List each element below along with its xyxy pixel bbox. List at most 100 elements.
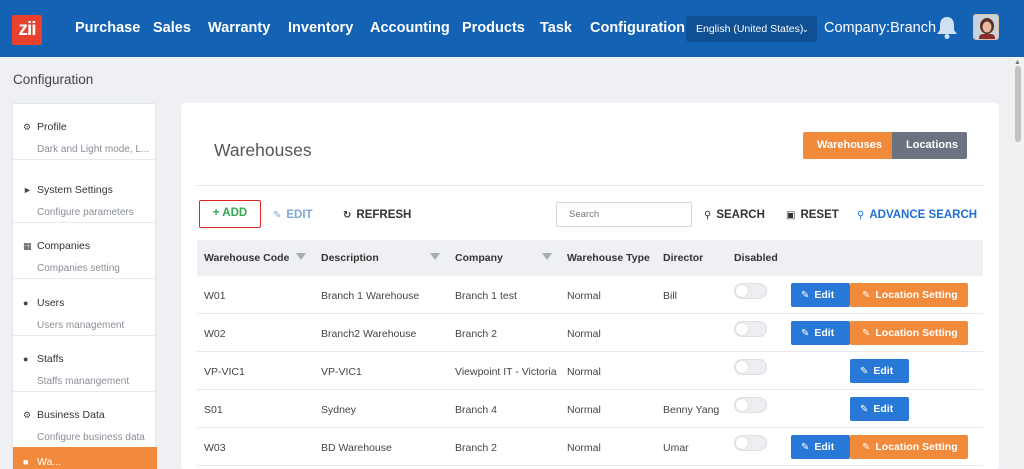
page-title: Configuration [13,72,94,87]
cell-warehouse-type: Normal [567,290,601,302]
scrollbar-thumb[interactable] [1015,66,1021,142]
advance-search-button[interactable]: ⚲ ADVANCE SEARCH [857,209,977,221]
column-header-description[interactable]: Description [321,252,379,264]
bell-icon[interactable] [933,13,961,41]
pencil-icon: ✎ [273,210,282,221]
location-setting-button[interactable]: ✎ Location Setting [850,283,968,307]
disabled-toggle[interactable] [734,321,767,337]
location-setting-label: Location Setting [875,327,958,339]
row-edit-button[interactable]: ✎ Edit [791,283,850,307]
row-edit-label: Edit [814,327,835,339]
filter-icon[interactable] [430,253,440,260]
column-header-company[interactable]: Company [455,252,503,264]
filter-icon[interactable] [542,253,552,260]
toggle-warehouses[interactable]: Warehouses [803,132,892,159]
nav-inventory[interactable]: Inventory [288,20,353,36]
cell-warehouse-type: Normal [567,442,601,454]
pencil-icon: ✎ [801,290,810,301]
table-row[interactable]: W02 Branch2 Warehouse Branch 2 Normal ✎ E… [197,314,983,352]
users-icon: ● [23,354,29,364]
sidebar-item-subtitle: Staffs manangement [37,376,130,387]
app-logo[interactable]: zii [12,15,42,45]
pencil-icon: ✎ [801,442,810,453]
pencil-icon: ✎ [860,404,869,415]
scroll-up-icon[interactable]: ▲ [1014,59,1021,66]
cell-warehouse-code: S01 [204,404,223,416]
pencil-icon: ✎ [860,366,869,377]
location-setting-button[interactable]: ✎ Location Setting [850,435,968,459]
top-navbar: zii Purchase Sales Warranty Inventory Ac… [0,0,1024,57]
row-edit-button[interactable]: ✎ Edit [850,359,909,383]
table-row[interactable]: W01 Branch 1 Warehouse Branch 1 test Nor… [197,276,983,314]
add-button[interactable]: + ADD [199,200,261,228]
company-selector[interactable]: Company:Branch 2 [824,20,948,36]
table-row[interactable]: S01 Sydney Branch 4 Normal Benny Yang ✎ E… [197,390,983,428]
nav-configuration[interactable]: Configuration [590,20,685,36]
column-header-disabled[interactable]: Disabled [734,252,778,264]
edit-button[interactable]: ✎ EDIT [273,209,313,221]
disabled-toggle[interactable] [734,283,767,299]
nav-purchase[interactable]: Purchase [75,20,140,36]
cell-description: Branch2 Warehouse [321,328,417,340]
sidebar-item-label: Users [37,297,65,309]
cell-description: BD Warehouse [321,442,392,454]
nav-products[interactable]: Products [462,20,525,36]
column-header-director[interactable]: Director [663,252,703,264]
search-button[interactable]: ⚲ SEARCH [704,209,765,221]
zoom-search-icon: ⚲ [857,210,865,221]
cell-company: Branch 4 [455,404,498,416]
sidebar-item-system-settings[interactable]: ► System Settings Configure parameters [13,167,157,223]
user-avatar[interactable] [973,14,999,40]
filter-icon[interactable] [296,253,306,260]
cell-warehouse-code: W01 [204,290,226,302]
search-button-label: SEARCH [716,209,765,221]
sidebar-item-business-data[interactable]: ⚙ Business Data Configure business data [13,392,157,448]
refresh-button[interactable]: ↻ REFRESH [343,209,411,221]
toggle-locations[interactable]: Locations [892,132,967,159]
avatar-icon [974,15,998,39]
cell-description: VP-VIC1 [321,366,362,378]
nav-accounting[interactable]: Accounting [370,20,450,36]
trash-icon: ▣ [786,210,796,221]
location-setting-button[interactable]: ✎ Location Setting [850,321,968,345]
refresh-button-label: REFRESH [356,209,412,221]
language-select[interactable]: English (United States) ⌄ [686,16,817,42]
row-edit-button[interactable]: ✎ Edit [791,321,850,345]
disabled-toggle[interactable] [734,435,767,451]
pencil-icon: ✎ [862,328,871,339]
search-input[interactable] [556,202,692,227]
nav-task[interactable]: Task [540,20,572,36]
row-edit-button[interactable]: ✎ Edit [791,435,850,459]
view-toggle: Warehouses Locations [803,132,967,159]
sidebar-item-label: System Settings [37,184,113,196]
divider [197,185,983,186]
table-row[interactable]: VP-VIC1 VP-VIC1 Viewpoint IT - Victoria … [197,352,983,390]
nav-warranty[interactable]: Warranty [208,20,270,36]
reset-button[interactable]: ▣ RESET [786,209,839,221]
sidebar-item-users[interactable]: ● Users Users management [13,280,157,336]
disabled-toggle[interactable] [734,397,767,413]
sidebar-item-subtitle: Dark and Light mode, L... [37,144,150,155]
cell-company: Branch 1 test [455,290,517,302]
refresh-icon: ↻ [343,210,352,221]
row-edit-button[interactable]: ✎ Edit [850,397,909,421]
sidebar-item-companies[interactable]: ▦ Companies Companies setting [13,223,157,279]
sidebar-item-label: Business Data [37,409,105,421]
gear-icon: ⚙ [23,410,32,420]
cell-warehouse-type: Normal [567,366,601,378]
column-header-warehouse-code[interactable]: Warehouse Code [204,252,289,264]
disabled-toggle[interactable] [734,359,767,375]
sidebar-item-staffs[interactable]: ● Staffs Staffs manangement [13,336,157,392]
language-select-value: English (United States) [696,23,804,35]
chevron-down-icon: ⌄ [801,24,809,34]
column-header-warehouse-type[interactable]: Warehouse Type [567,252,650,264]
sidebar-item-warehouses[interactable]: ■ Wa... [13,447,157,469]
cell-company: Viewpoint IT - Victoria [455,366,557,378]
cell-warehouse-code: W03 [204,442,226,454]
search-icon: ⚲ [704,210,712,221]
table-row[interactable]: W03 BD Warehouse Branch 2 Normal Umar ✎ E… [197,428,983,466]
sidebar-item-label: Profile [37,121,67,133]
nav-sales[interactable]: Sales [153,20,191,36]
advance-search-label: ADVANCE SEARCH [869,209,978,221]
sidebar-item-profile[interactable]: ⚙ Profile Dark and Light mode, L... [13,104,157,160]
